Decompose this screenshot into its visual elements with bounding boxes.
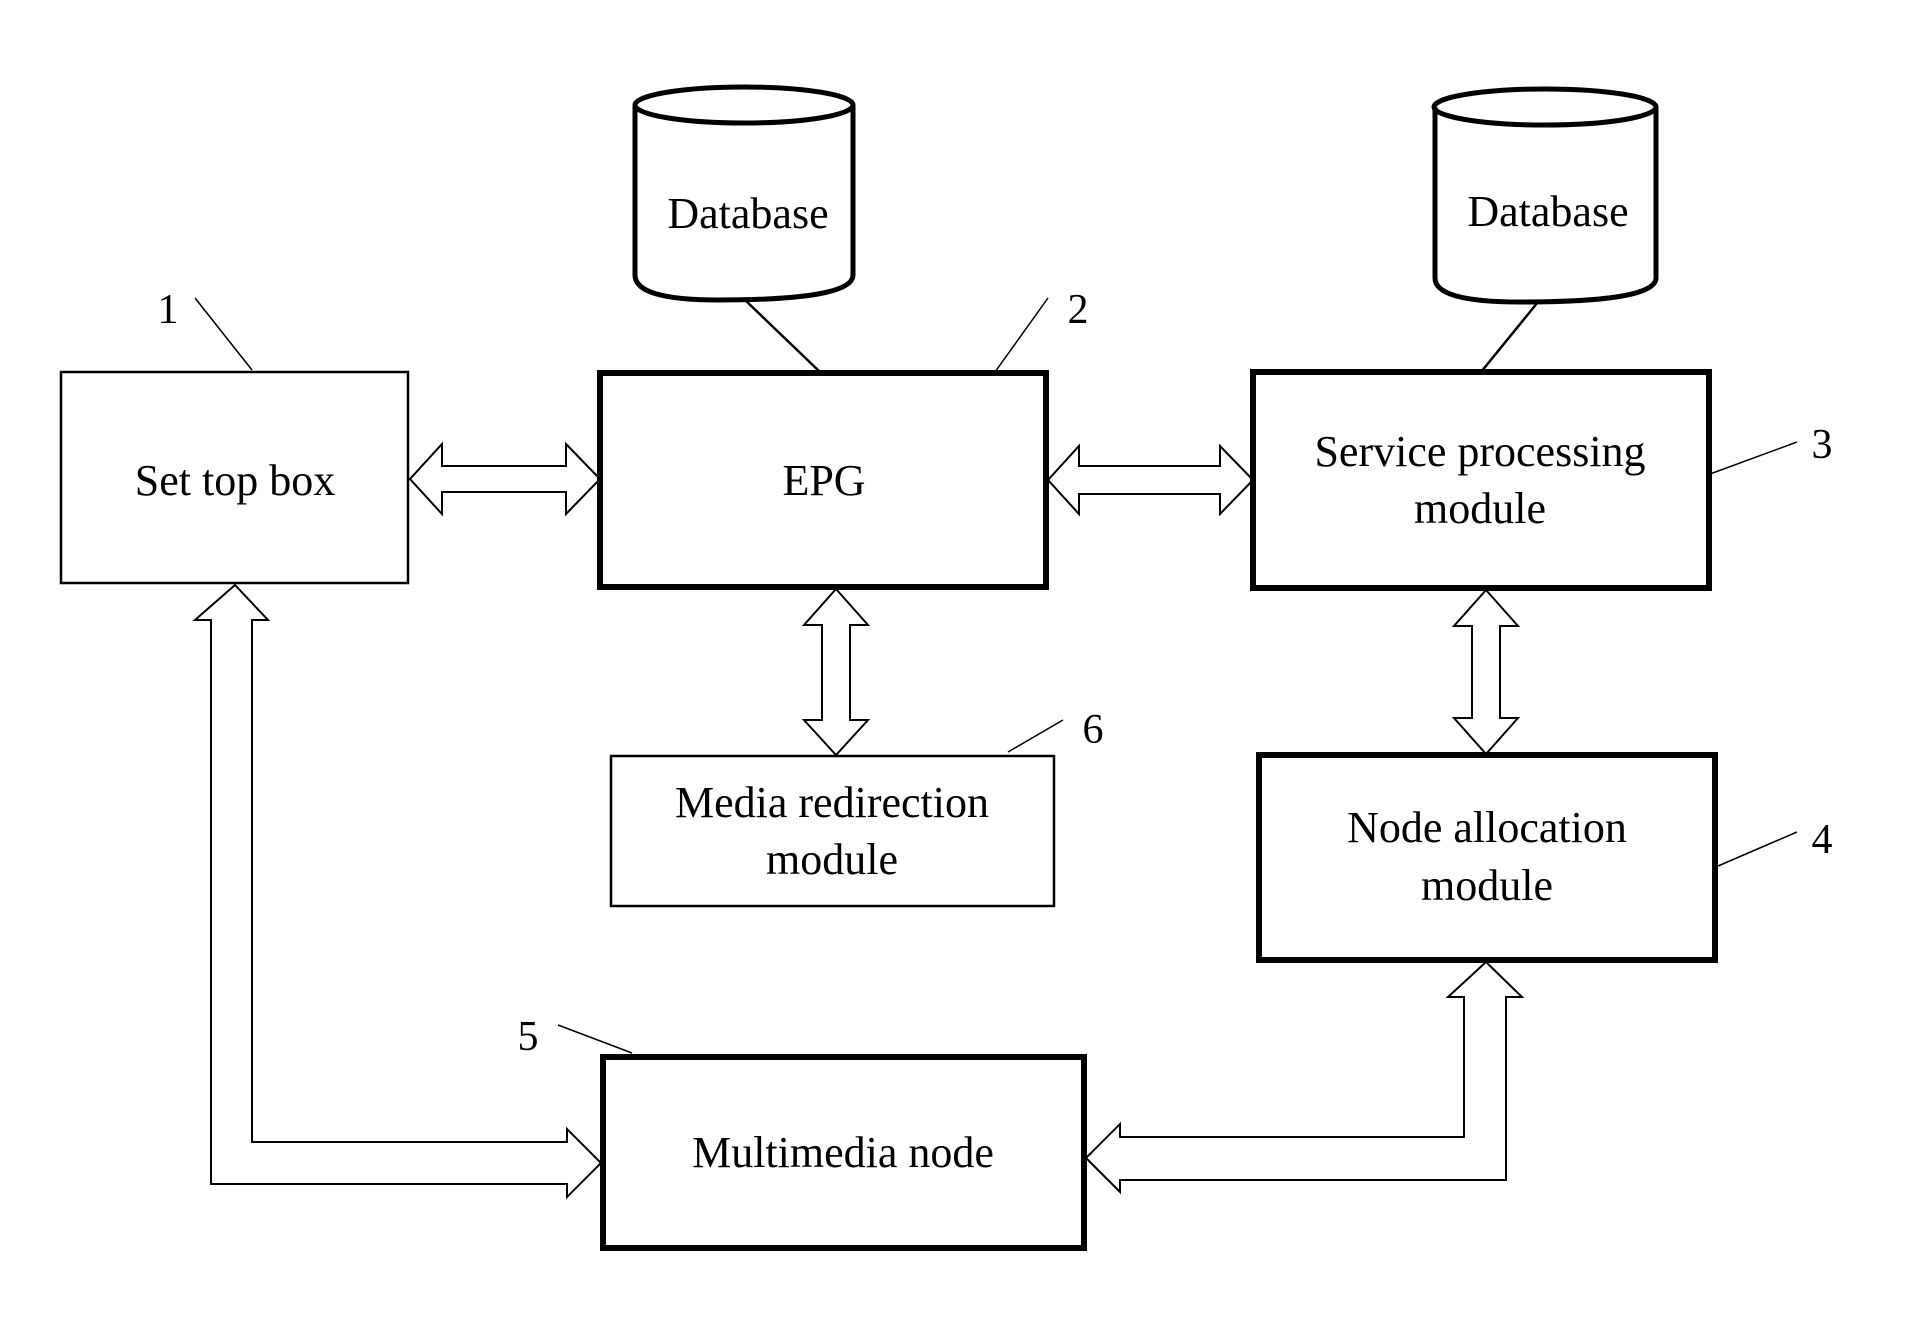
multimedia-node-label: Multimedia node [692,1128,994,1177]
ref-number-5: 5 [518,1014,539,1060]
ref-number-6: 6 [1083,707,1104,753]
epg-label: EPG [782,456,865,505]
set-top-box-label: Set top box [135,456,335,505]
database-epg-label: Database [667,189,828,238]
service-processing-label-line2: module [1414,484,1546,533]
node-allocation-label-line2: module [1421,861,1553,910]
database-service-label: Database [1467,187,1628,236]
ref-leader-3 [1709,441,1798,475]
arrow-node-multimedia [1084,960,1525,1195]
arrow-service-node [1451,588,1521,756]
ref-leader-1 [194,297,253,371]
media-redirection-label-line2: module [766,835,898,884]
ref-leader-4 [1717,831,1798,867]
ref-number-2: 2 [1068,287,1089,333]
ref-leader-6 [1007,719,1064,753]
ref-leader-2 [994,297,1049,373]
arrow-epg-service [1046,443,1255,517]
media-redirection-label-line1: Media redirection [675,778,989,827]
arrow-stb-multimedia [192,583,603,1200]
ref-leader-5 [557,1024,633,1054]
ref-number-1: 1 [158,287,179,333]
arrow-epg-media [801,587,871,757]
service-processing-node[interactable] [1250,369,1712,591]
ref-number-4: 4 [1812,817,1833,863]
node-allocation-label-line1: Node allocation [1347,803,1627,852]
db-epg-connector [744,299,821,373]
node-allocation-node[interactable] [1256,752,1718,963]
arrow-stb-epg [408,441,602,517]
db-service-connector [1480,301,1539,373]
block-diagram: Database Database Set top box EPG Servic… [59,84,1833,1251]
service-processing-label-line1: Service processing [1314,427,1645,476]
ref-number-3: 3 [1812,422,1833,468]
